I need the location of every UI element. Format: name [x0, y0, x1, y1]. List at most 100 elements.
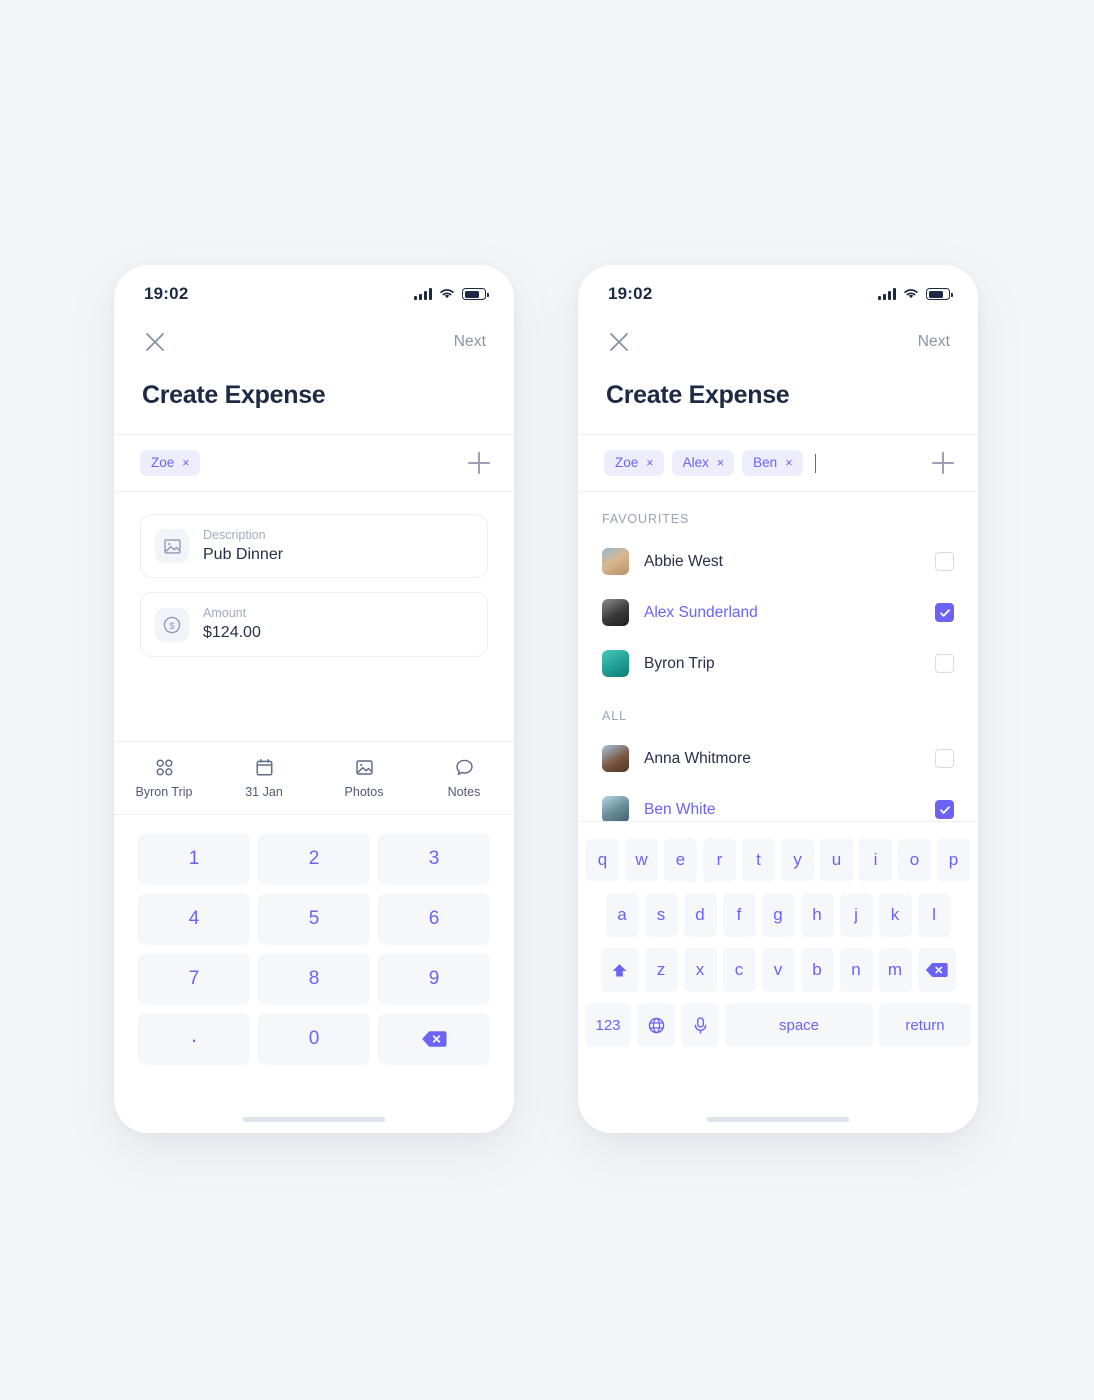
participant-chip[interactable]: Alex ×: [671, 450, 735, 476]
chip-remove-icon[interactable]: ×: [182, 457, 189, 470]
num-decimal[interactable]: .: [138, 1013, 250, 1065]
num-6[interactable]: 6: [378, 893, 490, 945]
key-l[interactable]: l: [917, 893, 951, 937]
tab-notes[interactable]: Notes: [414, 742, 514, 814]
globe-icon: [648, 1017, 664, 1033]
svg-text:$: $: [169, 621, 175, 632]
participant-chip[interactable]: Zoe ×: [604, 450, 664, 476]
contact-row-anna-whitmore[interactable]: Anna Whitmore: [578, 733, 978, 784]
key-n[interactable]: n: [839, 948, 873, 992]
contact-checkbox[interactable]: [935, 800, 954, 819]
description-field[interactable]: Description Pub Dinner: [140, 514, 488, 579]
key-g[interactable]: g: [761, 893, 795, 937]
status-bar-right: 19:02: [578, 265, 978, 313]
key-s[interactable]: s: [644, 893, 678, 937]
contact-name: Abbie West: [644, 552, 723, 570]
numbers-key[interactable]: 123: [585, 1003, 631, 1047]
contact-row-abbie-west[interactable]: Abbie West: [578, 536, 978, 587]
key-q[interactable]: q: [586, 838, 619, 882]
participants-chips-row-left[interactable]: Zoe ×: [114, 434, 514, 492]
key-a[interactable]: a: [605, 893, 639, 937]
section-all-label: ALL: [602, 709, 627, 723]
key-p[interactable]: p: [937, 838, 970, 882]
globe-key[interactable]: [637, 1003, 675, 1047]
contact-checkbox[interactable]: [935, 654, 954, 673]
participants-chips-row-right[interactable]: Zoe × Alex × Ben ×: [578, 434, 978, 492]
close-icon[interactable]: [142, 329, 168, 355]
tab-date-label: 31 Jan: [245, 785, 283, 799]
status-icons: [414, 288, 489, 300]
contact-list: FAVOURITES Abbie West Alex Sunderland By…: [578, 492, 978, 847]
add-participant-icon[interactable]: [468, 452, 490, 474]
close-icon[interactable]: [606, 329, 632, 355]
num-9[interactable]: 9: [378, 953, 490, 1005]
key-f[interactable]: f: [722, 893, 756, 937]
contact-row-alex-sunderland[interactable]: Alex Sunderland: [578, 587, 978, 638]
key-x[interactable]: x: [683, 948, 717, 992]
num-1[interactable]: 1: [138, 833, 250, 885]
tab-trip-label: Byron Trip: [135, 785, 193, 799]
chip-remove-icon[interactable]: ×: [646, 457, 653, 470]
participant-chip[interactable]: Ben ×: [742, 450, 803, 476]
text-cursor: [814, 453, 816, 473]
shift-key[interactable]: [600, 948, 639, 992]
key-i[interactable]: i: [859, 838, 892, 882]
backspace-key[interactable]: [917, 948, 956, 992]
key-e[interactable]: e: [664, 838, 697, 882]
num-8[interactable]: 8: [258, 953, 370, 1005]
key-c[interactable]: c: [722, 948, 756, 992]
next-button[interactable]: Next: [454, 333, 486, 351]
add-participant-icon[interactable]: [932, 452, 954, 474]
num-7[interactable]: 7: [138, 953, 250, 1005]
key-k[interactable]: k: [878, 893, 912, 937]
next-button[interactable]: Next: [918, 333, 950, 351]
chip-remove-icon[interactable]: ×: [717, 457, 724, 470]
section-favourites-label: FAVOURITES: [602, 512, 690, 526]
num-0[interactable]: 0: [258, 1013, 370, 1065]
key-o[interactable]: o: [898, 838, 931, 882]
nav-row-right: Next: [578, 313, 978, 359]
space-key[interactable]: space: [725, 1003, 873, 1047]
num-2[interactable]: 2: [258, 833, 370, 885]
chip-remove-icon[interactable]: ×: [785, 457, 792, 470]
anna-whitmore-avatar: [602, 745, 629, 772]
page-title-right: Create Expense: [606, 381, 790, 409]
chip-label: Alex: [682, 455, 709, 471]
tab-trip[interactable]: Byron Trip: [114, 742, 214, 814]
key-j[interactable]: j: [839, 893, 873, 937]
num-4[interactable]: 4: [138, 893, 250, 945]
contact-row-byron-trip[interactable]: Byron Trip: [578, 638, 978, 689]
num-5[interactable]: 5: [258, 893, 370, 945]
signal-bars-icon: [414, 288, 432, 300]
keyboard-row-2: a s d f g h j k l: [583, 893, 973, 937]
key-w[interactable]: w: [625, 838, 658, 882]
return-key[interactable]: return: [879, 1003, 971, 1047]
key-u[interactable]: u: [820, 838, 853, 882]
tab-date[interactable]: 31 Jan: [214, 742, 314, 814]
key-y[interactable]: y: [781, 838, 814, 882]
key-r[interactable]: r: [703, 838, 736, 882]
tab-photos[interactable]: Photos: [314, 742, 414, 814]
num-3[interactable]: 3: [378, 833, 490, 885]
participant-chip[interactable]: Zoe ×: [140, 450, 200, 476]
backspace-key[interactable]: [378, 1013, 490, 1065]
attribute-tab-bar: Byron Trip 31 Jan Photos Notes: [114, 741, 514, 815]
numeric-keypad: 1 2 3 4 5 6 7 8 9 . 0: [114, 815, 514, 1133]
key-h[interactable]: h: [800, 893, 834, 937]
key-t[interactable]: t: [742, 838, 775, 882]
status-time: 19:02: [144, 284, 189, 303]
contact-checkbox[interactable]: [935, 603, 954, 622]
key-v[interactable]: v: [761, 948, 795, 992]
wifi-icon: [440, 289, 454, 299]
contact-checkbox[interactable]: [935, 749, 954, 768]
key-z[interactable]: z: [644, 948, 678, 992]
microphone-key[interactable]: [681, 1003, 719, 1047]
key-d[interactable]: d: [683, 893, 717, 937]
amount-field[interactable]: $ Amount $124.00: [140, 592, 488, 657]
keyboard-row-4: 123 space return: [583, 1003, 973, 1047]
chat-bubble-icon: [455, 759, 473, 776]
key-m[interactable]: m: [878, 948, 912, 992]
check-icon: [939, 805, 950, 814]
key-b[interactable]: b: [800, 948, 834, 992]
contact-checkbox[interactable]: [935, 552, 954, 571]
